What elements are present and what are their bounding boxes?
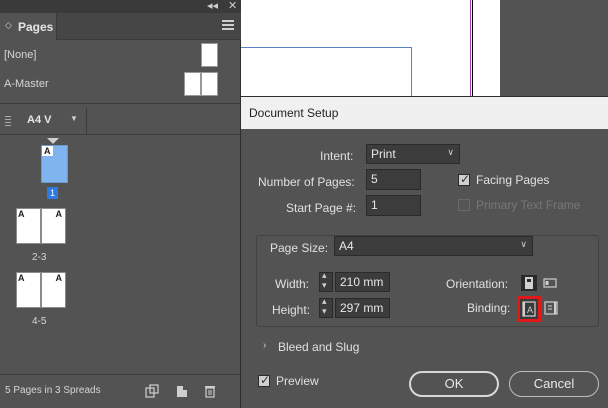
svg-text:A: A <box>527 305 533 315</box>
panel-menu-icon[interactable] <box>222 20 234 30</box>
page-1-thumbnail[interactable]: A <box>41 145 68 183</box>
master-a[interactable]: A-Master <box>0 71 240 99</box>
master-a-right-thumbnail[interactable] <box>201 72 218 96</box>
bleed-slug-toggle[interactable]: Bleed and Slug <box>278 340 359 354</box>
width-stepper[interactable] <box>319 270 333 292</box>
page-size-label: Page Size: <box>270 241 329 255</box>
preview-label: Preview <box>276 374 319 388</box>
intent-value: Print <box>371 147 396 161</box>
chevron-down-icon[interactable]: ▼ <box>70 114 78 123</box>
page-count-status: 5 Pages in 3 Spreads <box>5 385 101 396</box>
tab-expand-icon: ◇ <box>5 20 12 30</box>
primary-text-frame-checkbox[interactable] <box>458 199 470 211</box>
master-none-label: [None] <box>4 49 37 61</box>
divider <box>0 103 240 104</box>
page-5-thumbnail[interactable]: A <box>41 272 66 308</box>
document-setup-dialog: Document Setup Intent: Print ∨ Number of… <box>241 96 608 408</box>
intent-label: Intent: <box>320 149 354 163</box>
height-label: Height: <box>272 303 311 317</box>
divider <box>86 108 87 134</box>
close-panel-icon[interactable]: ✕ <box>228 0 237 12</box>
page-master-prefix: A <box>55 209 63 219</box>
intent-dropdown[interactable]: Print ∨ <box>366 144 460 164</box>
spread-label: 4-5 <box>32 316 47 327</box>
page-master-prefix: A <box>55 273 63 283</box>
page-master-prefix: A <box>18 273 25 283</box>
panel-footer: 5 Pages in 3 Spreads <box>0 374 240 408</box>
start-page-field[interactable]: 1 <box>366 195 421 216</box>
master-none-thumbnail[interactable] <box>201 43 218 67</box>
document-page <box>241 0 472 96</box>
master-selector-bar: A4 V ▼ <box>0 108 240 134</box>
width-field[interactable]: 210 mm <box>335 272 390 292</box>
master-a-label: A-Master <box>4 78 49 90</box>
chevron-down-icon: ∨ <box>447 147 454 157</box>
tab-pages[interactable]: ◇ Pages <box>0 13 57 40</box>
ok-button[interactable]: OK <box>409 371 499 397</box>
portrait-orientation-icon[interactable] <box>521 275 537 291</box>
current-page-indicator-icon <box>47 138 59 144</box>
preview-checkbox[interactable] <box>258 373 270 387</box>
right-to-left-binding-icon[interactable] <box>543 300 559 316</box>
page-3-thumbnail[interactable]: A <box>41 208 66 244</box>
chevron-right-icon[interactable]: › <box>263 340 266 351</box>
document-page-right <box>472 0 500 96</box>
dialog-title-bar: Document Setup <box>241 97 608 129</box>
master-size-selector[interactable]: A4 V <box>27 114 51 126</box>
panel-title-bar: ◂◂ ✕ <box>0 0 241 13</box>
facing-pages-checkbox[interactable] <box>458 172 470 186</box>
page-master-prefix: A <box>42 146 53 156</box>
width-label: Width: <box>275 277 310 291</box>
column-guide <box>470 0 471 96</box>
edit-page-size-icon[interactable] <box>145 384 159 398</box>
orientation-label: Orientation: <box>446 277 509 291</box>
divider <box>0 134 240 135</box>
tab-bar <box>57 13 241 40</box>
num-pages-label: Number of Pages: <box>258 175 355 189</box>
binding-label: Binding: <box>467 301 511 315</box>
tab-pages-label: Pages <box>18 20 54 34</box>
grip-icon[interactable] <box>5 116 11 126</box>
page-4-thumbnail[interactable]: A <box>16 272 41 308</box>
delete-page-icon[interactable] <box>203 384 217 398</box>
collapse-panel-icon[interactable]: ◂◂ <box>207 0 218 12</box>
start-page-label: Start Page #: <box>286 201 357 215</box>
page-size-dropdown[interactable]: A4 ∨ <box>334 236 533 256</box>
spread-label: 2-3 <box>32 252 47 263</box>
chevron-down-icon: ∨ <box>520 239 527 249</box>
page-2-thumbnail[interactable]: A <box>16 208 41 244</box>
cancel-button[interactable]: Cancel <box>509 371 599 397</box>
dialog-title: Document Setup <box>249 106 339 120</box>
margin-guide <box>241 47 412 96</box>
pages-panel: ◂◂ ✕ ◇ Pages [None] A-Master A4 V ▼ A 1 … <box>0 0 241 408</box>
landscape-orientation-icon[interactable] <box>542 275 558 291</box>
page-master-prefix: A <box>18 209 25 219</box>
height-stepper[interactable] <box>319 296 333 318</box>
master-none[interactable]: [None] <box>0 42 240 70</box>
left-to-right-binding-icon: A <box>522 301 536 317</box>
new-page-icon[interactable] <box>175 384 189 398</box>
page-1-number: 1 <box>47 187 58 199</box>
facing-pages-label: Facing Pages <box>476 173 550 187</box>
left-to-right-binding-button[interactable]: A <box>517 296 541 322</box>
height-field[interactable]: 297 mm <box>335 298 390 318</box>
master-a-left-thumbnail[interactable] <box>184 72 201 96</box>
num-pages-field[interactable]: 5 <box>366 169 421 190</box>
page-size-value: A4 <box>339 239 354 253</box>
document-canvas[interactable] <box>241 0 608 96</box>
primary-text-frame-label: Primary Text Frame <box>476 198 581 212</box>
